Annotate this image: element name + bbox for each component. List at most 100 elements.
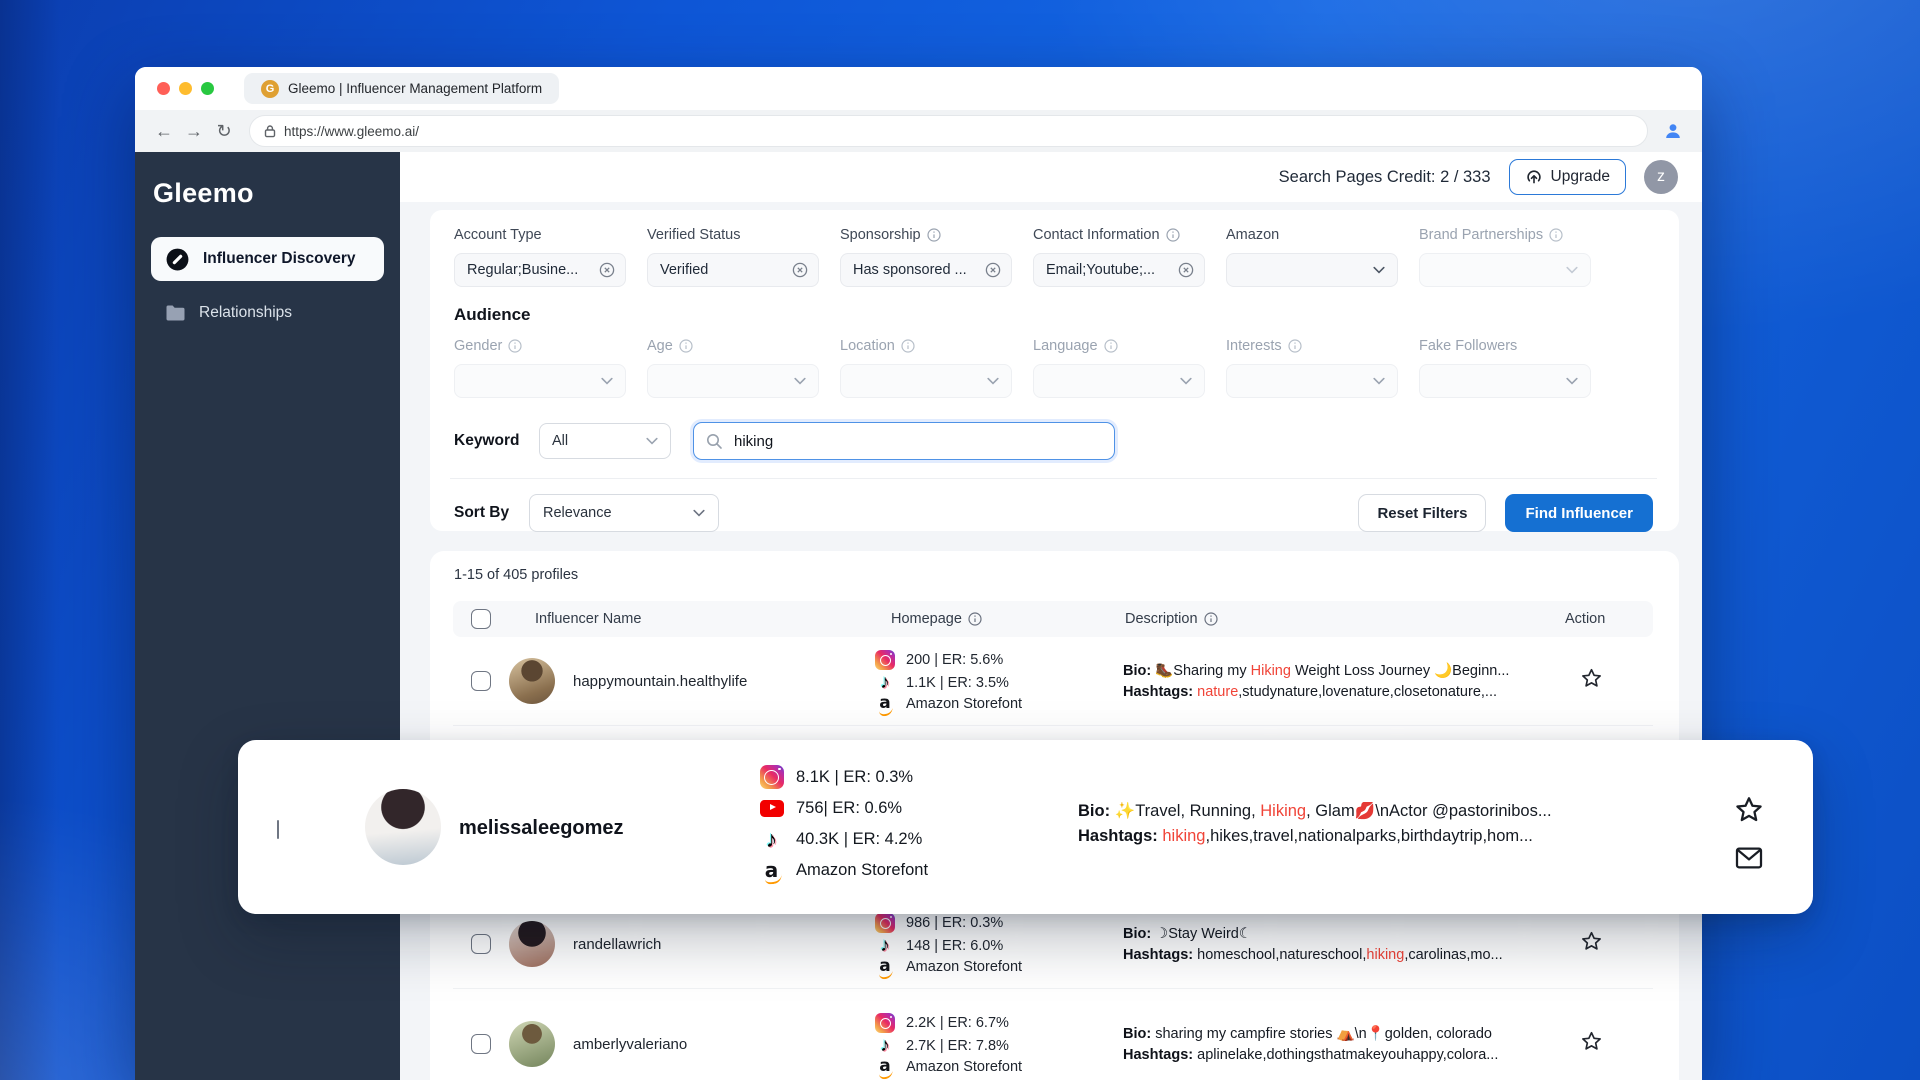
column-homepage: Homepage xyxy=(873,611,1123,627)
filter-label: Gender xyxy=(454,337,626,355)
language-dropdown[interactable] xyxy=(1033,364,1205,398)
chevron-down-icon xyxy=(646,433,658,449)
tiktok-icon[interactable] xyxy=(873,1036,897,1055)
email-icon[interactable] xyxy=(1733,842,1765,879)
table-row[interactable]: amberlyvaleriano 2.2K | ER: 6.7% 2.7K | … xyxy=(453,989,1653,1080)
minimize-window-button[interactable] xyxy=(179,82,192,95)
favorite-star-icon[interactable] xyxy=(1733,794,1765,831)
gender-dropdown[interactable] xyxy=(454,364,626,398)
tiktok-icon[interactable] xyxy=(873,673,897,692)
influencer-name[interactable]: amberlyvaleriano xyxy=(573,1036,873,1053)
row-checkbox[interactable] xyxy=(471,671,491,691)
location-dropdown[interactable] xyxy=(840,364,1012,398)
search-icon xyxy=(706,433,723,450)
influencer-name[interactable]: happymountain.healthylife xyxy=(573,673,873,690)
close-window-button[interactable] xyxy=(157,82,170,95)
folder-icon xyxy=(165,304,186,322)
app-header: Search Pages Credit: 2 / 333 Upgrade z xyxy=(400,152,1702,202)
filter-label: Interests xyxy=(1226,337,1398,355)
row-checkbox[interactable] xyxy=(471,1034,491,1054)
address-bar[interactable]: https://www.gleemo.ai/ xyxy=(249,115,1648,147)
clear-filter-icon[interactable] xyxy=(599,262,615,278)
browser-profile-icon[interactable] xyxy=(1658,121,1688,141)
bio-line: Bio: ✨Travel, Running, Hiking, Glam💋\nAc… xyxy=(1078,802,1663,821)
clear-filter-icon[interactable] xyxy=(792,262,808,278)
account-type-filter[interactable]: Regular;Busine... xyxy=(454,253,626,287)
sort-by-label: Sort By xyxy=(454,504,529,522)
instagram-icon[interactable] xyxy=(873,650,897,670)
hashtags-line: Hashtags: hiking,hikes,travel,nationalpa… xyxy=(1078,827,1663,846)
sidebar-item-influencer-discovery[interactable]: Influencer Discovery xyxy=(151,237,384,281)
sidebar: Gleemo Influencer Discovery xyxy=(135,152,400,1080)
favorite-star-icon[interactable] xyxy=(1579,929,1604,959)
find-influencer-button[interactable]: Find Influencer xyxy=(1505,494,1653,532)
influencer-name[interactable]: melissaleegomez xyxy=(459,817,624,840)
keyword-scope-dropdown[interactable]: All xyxy=(539,423,671,459)
info-icon xyxy=(968,612,982,626)
clear-filter-icon[interactable] xyxy=(1178,262,1194,278)
brand-partnerships-dropdown[interactable] xyxy=(1419,253,1591,287)
sponsorship-filter[interactable]: Has sponsored ... xyxy=(840,253,1012,287)
favorite-star-icon[interactable] xyxy=(1579,666,1604,696)
sidebar-item-label: Relationships xyxy=(199,304,292,322)
hashtags-line: Hashtags: homeschool,natureschool,hiking… xyxy=(1123,947,1555,963)
sidebar-item-label: Influencer Discovery xyxy=(203,250,355,268)
keyword-search-box[interactable] xyxy=(693,422,1115,460)
amazon-icon[interactable] xyxy=(873,1058,897,1075)
keyword-search-input[interactable] xyxy=(732,432,1102,451)
select-all-checkbox[interactable] xyxy=(471,609,491,629)
table-row[interactable]: happymountain.healthylife 200 | ER: 5.6%… xyxy=(453,637,1653,726)
filter-label: Age xyxy=(647,337,819,355)
sort-by-dropdown[interactable]: Relevance xyxy=(529,494,719,532)
forward-icon[interactable]: → xyxy=(179,110,209,152)
upgrade-label: Upgrade xyxy=(1551,168,1610,186)
browser-toolbar: ← → ↻ https://www.gleemo.ai/ xyxy=(135,110,1702,152)
chevron-down-icon xyxy=(601,372,613,390)
filter-label: Fake Followers xyxy=(1419,337,1591,355)
hashtags-line: Hashtags: aplinelake,dothingsthatmakeyou… xyxy=(1123,1047,1555,1063)
clear-filter-icon[interactable] xyxy=(985,262,1001,278)
description: Bio: ☽Stay Weird☾ Hashtags: homeschool,n… xyxy=(1123,926,1555,963)
info-icon xyxy=(927,228,941,242)
filter-label: Amazon xyxy=(1226,226,1398,244)
favorite-star-icon[interactable] xyxy=(1579,1029,1604,1059)
filter-label: Verified Status xyxy=(647,226,819,244)
description: Bio: 🥾Sharing my Hiking Weight Loss Jour… xyxy=(1123,662,1555,700)
tiktok-icon[interactable] xyxy=(758,828,785,851)
amazon-icon[interactable] xyxy=(758,860,785,880)
filter-panel: Account Type Regular;Busine... Verified … xyxy=(430,210,1679,531)
fake-followers-dropdown[interactable] xyxy=(1419,364,1591,398)
upgrade-button[interactable]: Upgrade xyxy=(1509,159,1626,195)
zoom-window-button[interactable] xyxy=(201,82,214,95)
instagram-icon[interactable] xyxy=(758,765,785,789)
filter-label: Account Type xyxy=(454,226,626,244)
expanded-influencer-card[interactable]: melissaleegomez 8.1K | ER: 0.3% 756| ER:… xyxy=(238,740,1813,914)
reset-filters-button[interactable]: Reset Filters xyxy=(1358,494,1486,532)
interests-dropdown[interactable] xyxy=(1226,364,1398,398)
amazon-icon[interactable] xyxy=(873,695,897,712)
youtube-icon[interactable] xyxy=(758,800,785,817)
column-action: Action xyxy=(1555,611,1653,627)
info-icon xyxy=(679,339,693,353)
amazon-filter-dropdown[interactable] xyxy=(1226,253,1398,287)
tiktok-icon[interactable] xyxy=(873,936,897,955)
back-icon[interactable]: ← xyxy=(149,110,179,152)
amazon-icon[interactable] xyxy=(873,958,897,975)
row-checkbox[interactable] xyxy=(471,934,491,954)
results-count: 1-15 of 405 profiles xyxy=(454,567,1653,583)
info-icon xyxy=(1204,612,1218,626)
age-dropdown[interactable] xyxy=(647,364,819,398)
avatar xyxy=(509,658,555,704)
influencer-name[interactable]: randellawrich xyxy=(573,936,873,953)
sidebar-item-relationships[interactable]: Relationships xyxy=(151,291,384,335)
user-avatar[interactable]: z xyxy=(1644,160,1678,194)
verified-status-filter[interactable]: Verified xyxy=(647,253,819,287)
row-checkbox[interactable] xyxy=(277,820,279,839)
divider xyxy=(450,478,1657,479)
tab-title: Gleemo | Influencer Management Platform xyxy=(288,81,542,96)
instagram-icon[interactable] xyxy=(873,1013,897,1033)
reload-icon[interactable]: ↻ xyxy=(209,110,239,152)
browser-tab[interactable]: G Gleemo | Influencer Management Platfor… xyxy=(244,73,559,104)
instagram-icon[interactable] xyxy=(873,913,897,933)
contact-information-filter[interactable]: Email;Youtube;... xyxy=(1033,253,1205,287)
